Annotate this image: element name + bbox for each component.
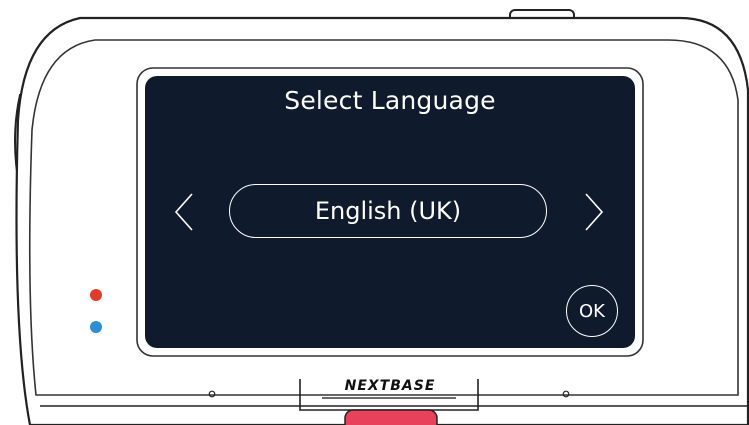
status-led-red	[90, 289, 102, 301]
dashcam-device: Select Language English (UK) OK NEXTBASE	[0, 0, 749, 425]
record-button[interactable]	[344, 409, 438, 425]
page-title: Select Language	[284, 86, 496, 115]
status-led-blue	[90, 321, 102, 333]
ok-label: OK	[579, 300, 605, 322]
chevron-right-icon[interactable]	[583, 192, 605, 232]
language-selector[interactable]: English (UK)	[229, 184, 547, 238]
brand-logo: NEXTBASE	[344, 378, 436, 394]
device-screen: Select Language English (UK) OK	[145, 76, 635, 348]
selected-language: English (UK)	[314, 197, 462, 225]
chevron-left-icon[interactable]	[173, 192, 195, 232]
ok-button[interactable]: OK	[566, 285, 618, 337]
